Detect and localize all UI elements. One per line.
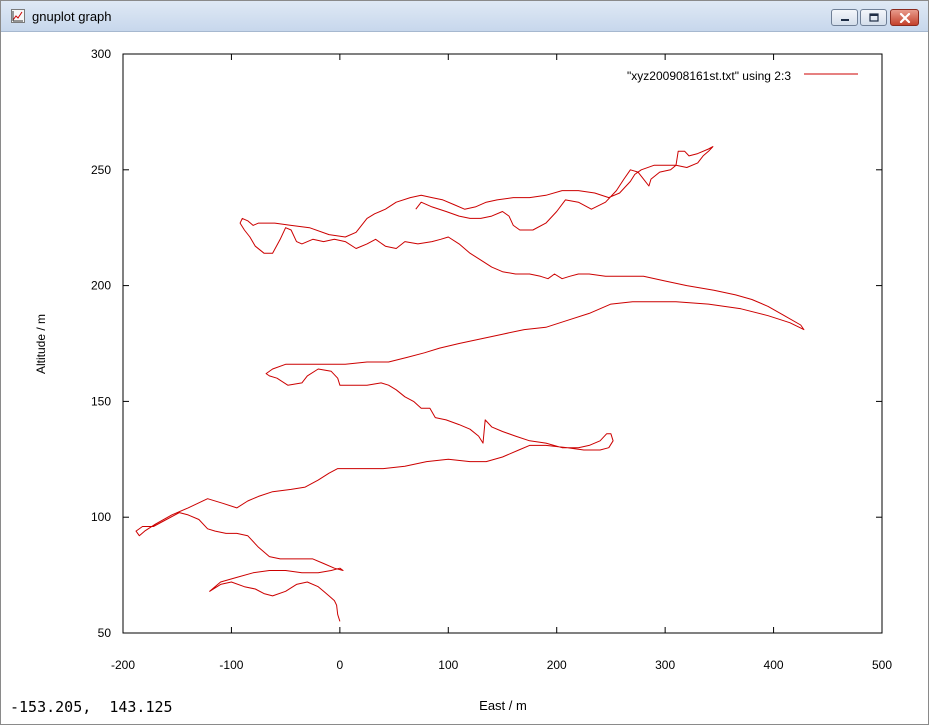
y-tick-label: 100 xyxy=(91,510,111,524)
legend-label: "xyz200908161st.txt" using 2:3 xyxy=(627,69,791,83)
y-tick-label: 50 xyxy=(98,626,112,640)
y-tick-label: 300 xyxy=(91,47,111,61)
x-axis-label: East / m xyxy=(479,698,527,713)
series-line xyxy=(135,146,805,622)
close-button[interactable] xyxy=(890,9,919,26)
gnuplot-window: gnuplot graph -200 -100 0 100 200 300 400 500 5… xyxy=(0,0,929,725)
x-axis: -200 -100 0 100 200 300 400 500 xyxy=(111,54,892,672)
x-tick-label: 400 xyxy=(764,658,784,672)
maximize-button[interactable] xyxy=(860,9,887,26)
close-icon xyxy=(899,12,910,23)
x-tick-label: 0 xyxy=(337,658,344,672)
series-layer xyxy=(135,146,805,622)
x-tick-label: 200 xyxy=(547,658,567,672)
x-tick-label: 300 xyxy=(655,658,675,672)
maximize-icon xyxy=(868,13,879,22)
y-axis-label: Altitude / m xyxy=(34,314,48,374)
minimize-button[interactable] xyxy=(831,9,858,26)
plot-area[interactable]: -200 -100 0 100 200 300 400 500 50 100 150 200 250 3… xyxy=(2,32,929,725)
minimize-icon xyxy=(840,18,849,21)
y-tick-label: 150 xyxy=(91,394,111,408)
y-axis: 50 100 150 200 250 300 xyxy=(91,47,882,640)
y-tick-label: 200 xyxy=(91,279,111,293)
x-tick-label: -100 xyxy=(219,658,243,672)
mouse-coordinates-readout: -153.205, 143.125 xyxy=(10,698,173,716)
legend: "xyz200908161st.txt" using 2:3 xyxy=(627,69,858,83)
plot-frame xyxy=(122,53,883,634)
window-title: gnuplot graph xyxy=(32,9,112,24)
x-tick-label: 500 xyxy=(872,658,892,672)
x-tick-label: -200 xyxy=(111,658,135,672)
gnuplot-chart[interactable]: -200 -100 0 100 200 300 400 500 50 100 150 200 250 3… xyxy=(2,32,929,725)
gnuplot-graph-icon xyxy=(11,9,25,23)
y-tick-label: 250 xyxy=(91,163,111,177)
window-titlebar[interactable]: gnuplot graph xyxy=(1,1,928,32)
x-tick-label: 100 xyxy=(438,658,458,672)
